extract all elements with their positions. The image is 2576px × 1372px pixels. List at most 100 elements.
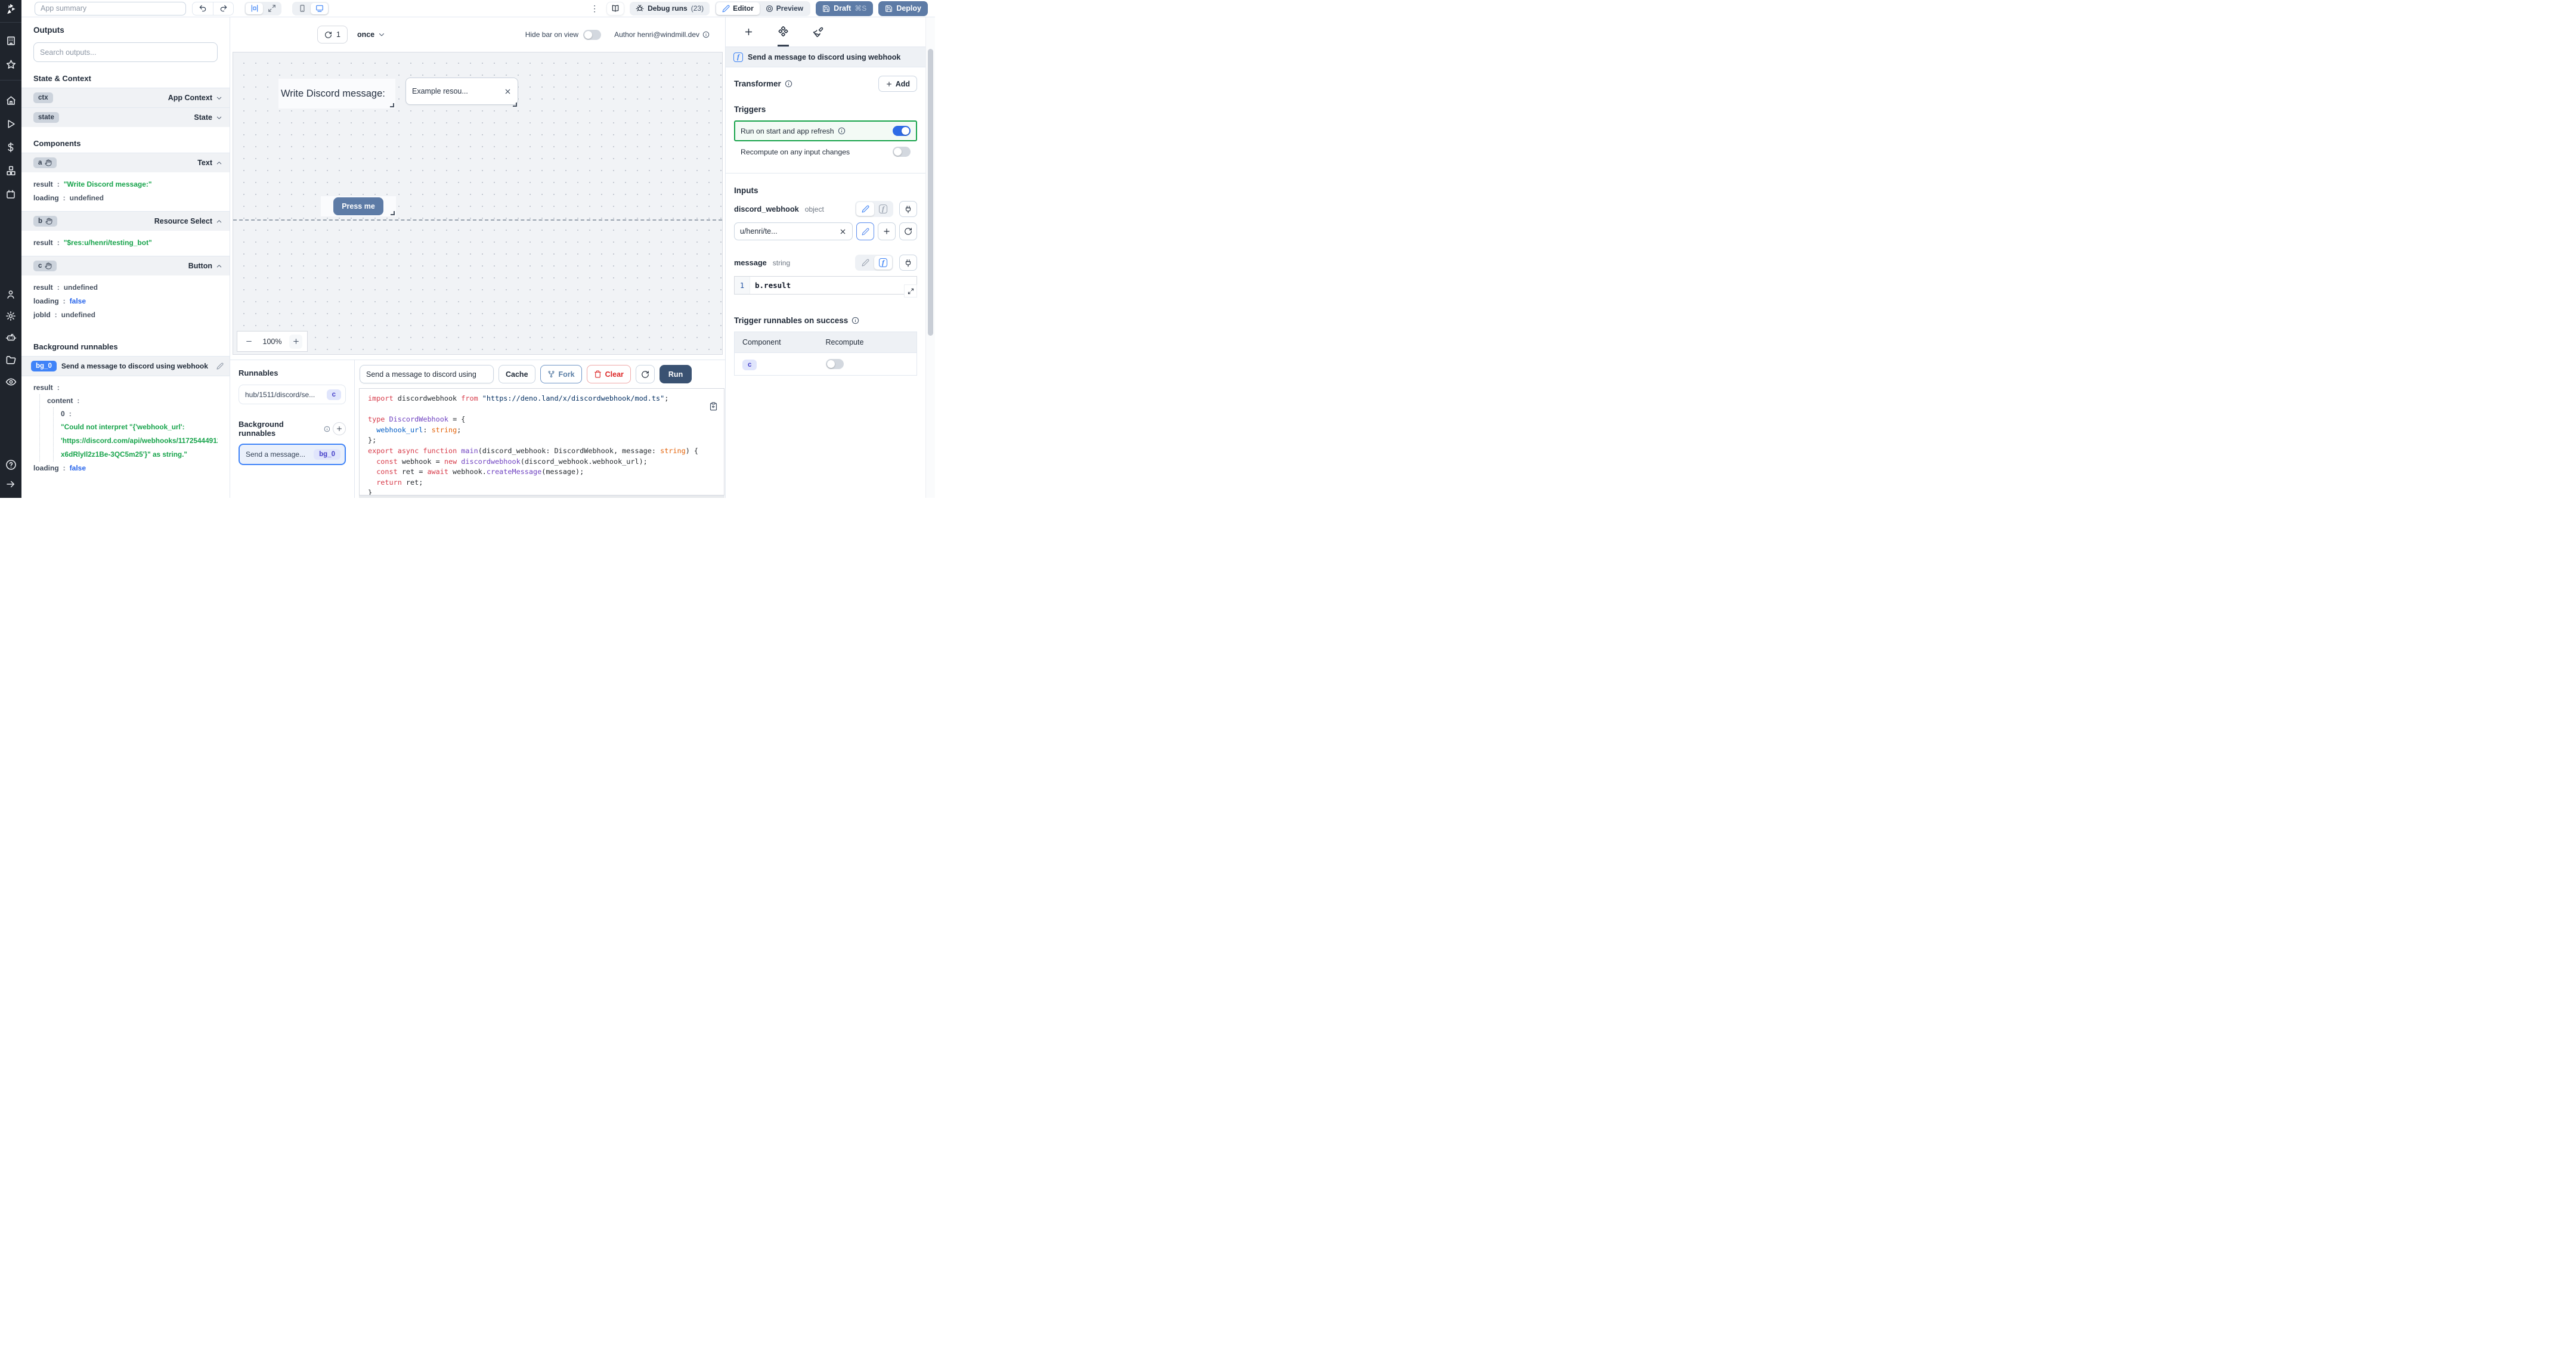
trigger-success-table: Component Recompute c xyxy=(734,332,917,376)
debug-runs-label: Debug runs xyxy=(648,4,688,13)
runs-play-icon[interactable] xyxy=(5,119,16,129)
press-me-button[interactable]: Press me xyxy=(333,197,383,215)
more-menu-kebab-icon[interactable]: ⋮ xyxy=(588,4,601,14)
fork-button[interactable]: Fork xyxy=(540,365,582,383)
add-bg-runnable-button[interactable] xyxy=(333,422,346,435)
component-badge: c xyxy=(33,261,57,271)
help-icon[interactable] xyxy=(5,459,17,470)
home-icon[interactable] xyxy=(5,95,17,106)
windmill-logo-icon[interactable] xyxy=(5,3,17,15)
settings-gear-icon[interactable] xyxy=(5,311,16,321)
cache-button[interactable]: Cache xyxy=(499,365,535,383)
tab-preview[interactable]: Preview xyxy=(760,2,809,15)
pencil-icon[interactable] xyxy=(216,363,224,370)
debug-runs-button[interactable]: Debug runs (23) xyxy=(630,1,710,16)
right-scrollbar[interactable] xyxy=(925,17,935,498)
static-pencil-icon[interactable] xyxy=(856,256,874,270)
folders-icon[interactable] xyxy=(5,354,17,366)
recompute-toggle[interactable] xyxy=(893,147,911,157)
draft-button[interactable]: Draft ⌘S xyxy=(816,1,874,16)
component-type: Resource Select xyxy=(154,217,212,225)
undo-button[interactable] xyxy=(193,2,213,15)
edit-resource-pencil-icon[interactable] xyxy=(856,222,874,240)
resource-select-box[interactable]: Example resou... xyxy=(405,78,518,105)
run-on-start-row: Run on start and app refresh xyxy=(734,120,917,141)
resource-select-component[interactable]: Example resou... xyxy=(405,78,518,108)
scrollbar-thumb[interactable] xyxy=(928,49,933,336)
script-editor-panel: Cache Fork Clear Run import discordwebho… xyxy=(355,360,725,498)
resize-handle[interactable] xyxy=(391,211,395,215)
runnable-item-label: hub/1511/discord/se... xyxy=(245,390,315,399)
settings-components-diamonds-icon[interactable] xyxy=(778,17,789,47)
button-component[interactable]: Press me xyxy=(321,196,396,216)
hide-bar-toggle[interactable] xyxy=(583,29,602,40)
audit-eye-icon[interactable] xyxy=(5,376,17,388)
clipboard-copy-icon[interactable] xyxy=(709,402,718,411)
script-name-input[interactable] xyxy=(360,365,494,383)
function-f-icon: f xyxy=(733,52,743,62)
draft-label: Draft xyxy=(834,4,852,13)
code-editor[interactable]: import discordwebhook from "https://deno… xyxy=(359,388,724,495)
search-outputs-input[interactable] xyxy=(40,48,211,57)
maximize-icon[interactable] xyxy=(263,3,280,14)
align-center-icon[interactable] xyxy=(246,2,263,14)
desktop-monitor-icon[interactable] xyxy=(311,2,328,14)
theme-paintbrush-icon[interactable] xyxy=(813,17,823,47)
deploy-button[interactable]: Deploy xyxy=(878,1,928,16)
component-row[interactable]: a Text xyxy=(21,153,230,172)
user-icon[interactable] xyxy=(5,289,16,300)
eval-function-f-icon[interactable]: f xyxy=(874,256,892,270)
schedule-mode-dropdown[interactable]: once xyxy=(357,30,385,39)
runnable-item-badge: c xyxy=(326,389,341,400)
collapse-arrow-icon[interactable] xyxy=(5,479,16,490)
text-component[interactable]: Write Discord message: xyxy=(278,79,395,109)
component-row[interactable]: c Button xyxy=(21,256,230,275)
refresh-count-button[interactable]: 1 xyxy=(317,26,348,44)
expand-diagonal-icon[interactable] xyxy=(904,284,917,298)
components-list: a Text result: "Write Discord message:" load… xyxy=(21,153,230,328)
bg-runnable-item-selected[interactable]: Send a message... bg_0 xyxy=(239,444,346,465)
mobile-phone-icon[interactable] xyxy=(293,3,311,14)
connect-plug-icon[interactable] xyxy=(899,201,917,217)
close-x-icon[interactable] xyxy=(504,88,512,95)
state-label: State xyxy=(194,113,212,122)
redo-button[interactable] xyxy=(213,2,233,15)
row-recompute-toggle[interactable] xyxy=(825,359,844,369)
message-expression-editor[interactable]: 1 b.result xyxy=(734,276,917,298)
resources-cubes-icon[interactable] xyxy=(5,165,17,176)
workers-robot-icon[interactable] xyxy=(5,332,17,343)
runnable-item[interactable]: hub/1511/discord/se... c xyxy=(239,385,346,404)
code-hscrollbar[interactable] xyxy=(359,495,724,498)
output-row-state[interactable]: state State xyxy=(21,107,230,127)
run-button[interactable]: Run xyxy=(659,365,692,383)
workspace-building-icon[interactable] xyxy=(5,35,17,47)
component-type: Text xyxy=(197,159,212,167)
refresh-resources-icon[interactable] xyxy=(899,222,917,240)
insert-component-plus-icon[interactable] xyxy=(744,17,754,47)
schedules-calendar-icon[interactable] xyxy=(5,189,16,200)
zoom-in-plus-icon[interactable] xyxy=(289,334,302,349)
add-transformer-button[interactable]: Add xyxy=(878,76,917,92)
col-recompute: Recompute xyxy=(825,338,864,346)
static-pencil-icon[interactable] xyxy=(856,202,874,216)
eval-function-f-icon[interactable]: f xyxy=(874,202,892,216)
clear-button[interactable]: Clear xyxy=(586,365,631,383)
docs-book-icon[interactable] xyxy=(606,1,625,16)
create-resource-plus-icon[interactable] xyxy=(878,222,896,240)
webhook-resource-picker[interactable]: u/henri/te... xyxy=(734,222,853,240)
run-on-start-toggle[interactable] xyxy=(893,126,911,136)
close-x-icon[interactable] xyxy=(839,228,847,236)
resize-handle[interactable] xyxy=(390,103,394,107)
connect-plug-icon[interactable] xyxy=(899,255,917,271)
tab-editor[interactable]: Editor xyxy=(716,2,760,15)
favorites-star-icon[interactable] xyxy=(5,59,17,70)
reload-script-button[interactable] xyxy=(635,365,655,383)
zoom-out-minus-icon[interactable] xyxy=(242,335,255,349)
component-row[interactable]: b Resource Select xyxy=(21,211,230,231)
output-row-ctx[interactable]: ctx App Context xyxy=(21,88,230,107)
app-summary-input[interactable] xyxy=(35,1,186,16)
resize-handle[interactable] xyxy=(513,103,517,107)
app-canvas[interactable]: Write Discord message: Example resou... … xyxy=(233,52,723,355)
bg-runnable-row[interactable]: bg_0 Send a message to discord using web… xyxy=(21,356,230,376)
variables-dollar-icon[interactable] xyxy=(5,142,16,153)
